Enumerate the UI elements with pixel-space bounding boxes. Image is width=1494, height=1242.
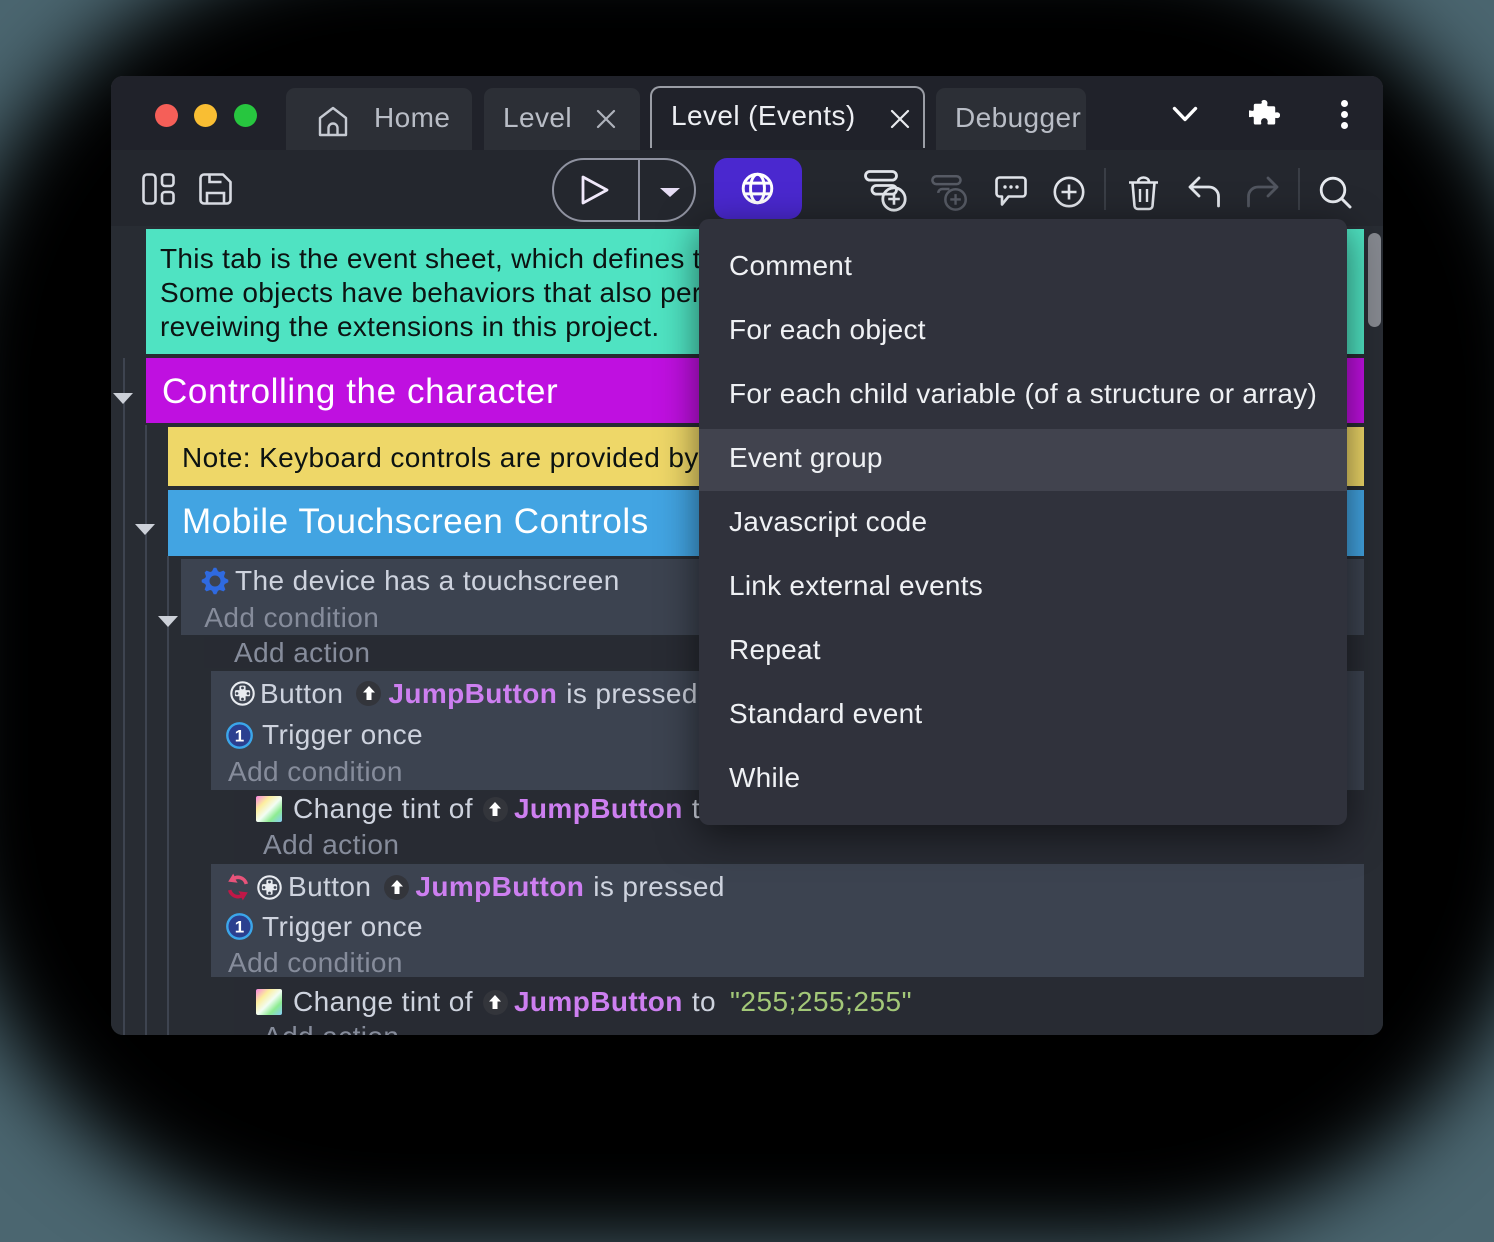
svg-text:1: 1 (235, 918, 244, 937)
svg-text:1: 1 (235, 726, 244, 745)
